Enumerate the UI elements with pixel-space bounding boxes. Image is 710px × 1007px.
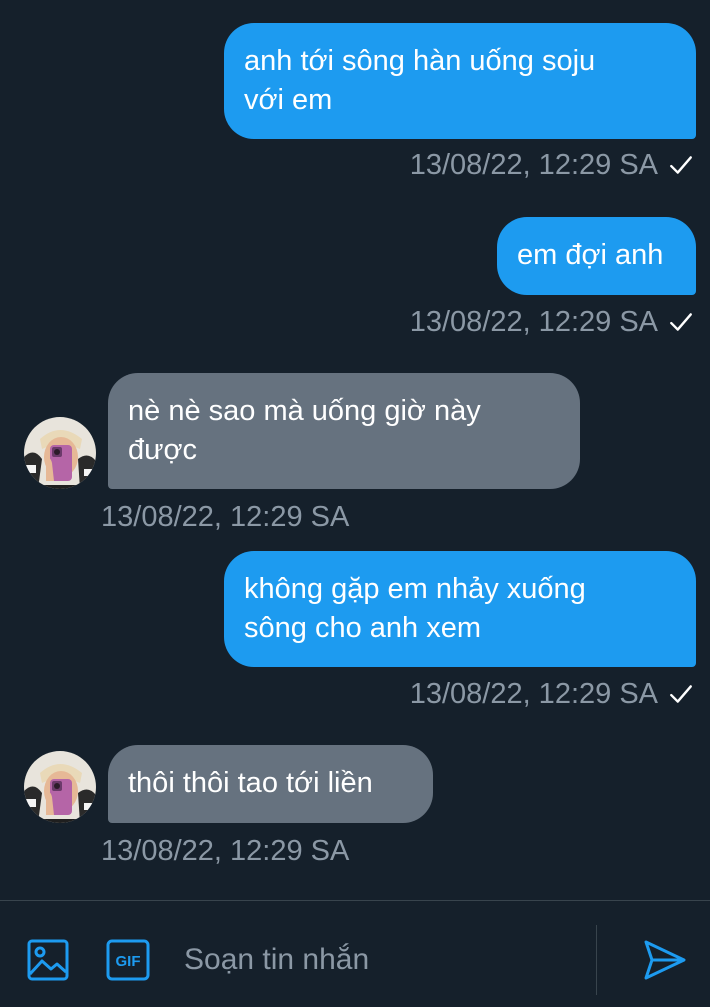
avatar-icon[interactable] <box>24 417 96 489</box>
message-timestamp: 13/08/22, 12:29 SA <box>409 306 658 338</box>
message-timestamp: 13/08/22, 12:29 SA <box>101 835 350 867</box>
message-composer: GIF <box>0 900 710 1007</box>
message-bubble-outgoing[interactable]: không gặp em nhảy xuống sông cho anh xem <box>224 551 696 667</box>
message-bubble-incoming[interactable]: nè nè sao mà uống giờ này được <box>108 373 580 489</box>
check-icon <box>670 156 692 174</box>
message-meta: 13/08/22, 12:29 SA <box>410 148 694 182</box>
dm-conversation-screen: anh tới sông hàn uống soju với em 13/08/… <box>0 0 710 1007</box>
composer-divider <box>596 925 597 995</box>
avatar-icon[interactable] <box>24 751 96 823</box>
message-input[interactable] <box>184 937 574 983</box>
message-timestamp: 13/08/22, 12:29 SA <box>409 149 658 181</box>
gif-button[interactable]: GIF <box>106 938 150 982</box>
message-meta: 13/08/22, 12:29 SA <box>410 305 694 339</box>
send-icon[interactable] <box>642 938 688 982</box>
message-thread[interactable]: anh tới sông hàn uống soju với em 13/08/… <box>0 0 710 900</box>
message-bubble-outgoing[interactable]: em đợi anh <box>497 217 696 295</box>
message-meta: 13/08/22, 12:29 SA <box>410 677 694 711</box>
message-timestamp: 13/08/22, 12:29 SA <box>409 678 658 710</box>
check-icon <box>670 313 692 331</box>
gif-label: GIF <box>116 953 141 970</box>
message-bubble-outgoing[interactable]: anh tới sông hàn uống soju với em <box>224 23 696 139</box>
image-icon[interactable] <box>26 938 70 982</box>
message-bubble-incoming[interactable]: thôi thôi tao tới liền <box>108 745 433 823</box>
gif-icon: GIF <box>106 939 150 981</box>
message-timestamp: 13/08/22, 12:29 SA <box>101 501 350 533</box>
check-icon <box>670 685 692 703</box>
